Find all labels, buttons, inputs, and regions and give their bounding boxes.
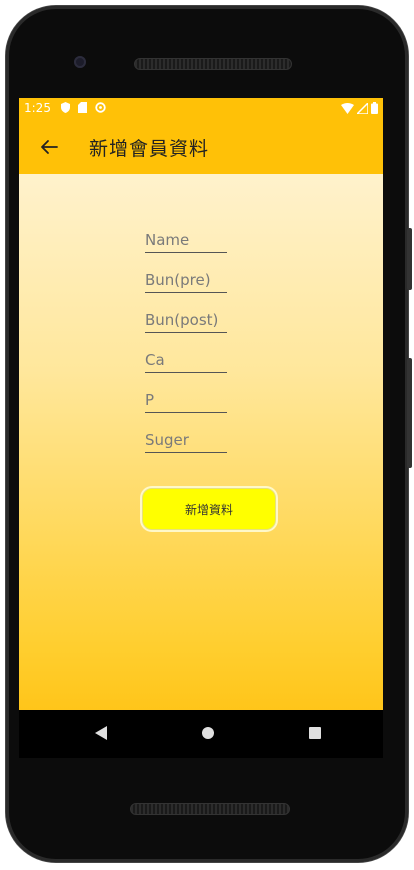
name-input[interactable]: [145, 228, 227, 253]
earpiece-speaker: [134, 58, 292, 70]
recents-square-icon[interactable]: [309, 727, 321, 739]
ca-field-wrapper: [145, 348, 229, 388]
suger-input[interactable]: [145, 428, 227, 453]
shield-icon: [61, 102, 70, 113]
wifi-icon: [341, 102, 354, 114]
page-title: 新增會員資料: [89, 138, 210, 160]
signal-icon: [357, 102, 368, 114]
p-field-wrapper: [145, 388, 229, 428]
bun-post-input[interactable]: [145, 308, 227, 333]
sd-card-icon: [78, 102, 87, 113]
bun-pre-field-wrapper: [145, 268, 229, 308]
app-bar: 新增會員資料: [19, 120, 383, 174]
bun-post-field-wrapper: [145, 308, 229, 348]
member-form: [145, 228, 229, 468]
status-icons-right: [341, 102, 378, 114]
p-input[interactable]: [145, 388, 227, 413]
bun-pre-input[interactable]: [145, 268, 227, 293]
name-field-wrapper: [145, 228, 229, 268]
sync-icon: [95, 102, 106, 113]
status-bar: 1:25: [19, 98, 383, 120]
volume-button: [407, 358, 412, 468]
front-camera: [74, 56, 86, 68]
back-triangle-icon[interactable]: [95, 726, 107, 740]
power-button: [407, 228, 412, 290]
status-time: 1:25: [24, 101, 51, 115]
arrow-left-icon[interactable]: [37, 135, 61, 159]
app-screen: 1:25 新增會員資料 Name Bun(pre) Bun(post) Ca P…: [19, 98, 383, 710]
suger-field-wrapper: [145, 428, 229, 468]
add-data-button[interactable]: 新增資料: [142, 488, 276, 530]
home-circle-icon[interactable]: [202, 727, 214, 739]
battery-icon: [371, 102, 378, 114]
ca-input[interactable]: [145, 348, 227, 373]
status-icons-left: [61, 102, 106, 113]
bottom-speaker: [130, 803, 290, 815]
system-nav-bar: [19, 710, 383, 758]
